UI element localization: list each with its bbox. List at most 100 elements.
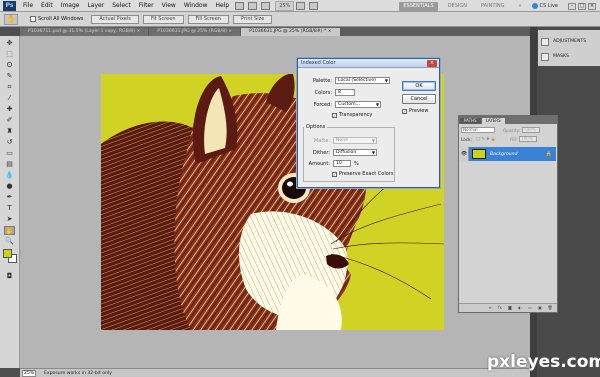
- photoshop-logo: Ps: [3, 0, 16, 11]
- quick-mask-icon[interactable]: ◘: [4, 272, 15, 281]
- adjustments-panel-button[interactable]: ADJUSTMENTS: [539, 34, 599, 49]
- zoom-tool-icon[interactable]: 🔍: [4, 237, 15, 246]
- print-size-button[interactable]: Print Size: [232, 14, 273, 24]
- transparency-label: Transparency: [339, 112, 373, 118]
- workspace-painting[interactable]: PAINTING: [477, 2, 508, 11]
- scroll-all-windows-checkbox[interactable]: [30, 16, 36, 22]
- eraser-tool-icon[interactable]: ▭: [4, 149, 15, 158]
- new-layer-icon[interactable]: ▣: [537, 305, 543, 311]
- workspace-more[interactable]: »: [514, 2, 525, 11]
- hand-tool-preset-icon[interactable]: ✋: [4, 13, 18, 25]
- tab-document-3[interactable]: P1036631.JPG @ 25% (RGB/8#) * ×: [241, 28, 340, 36]
- preview-checkbox[interactable]: ✓: [402, 108, 407, 114]
- tab-document-2[interactable]: P1036631.JPG @ 25% (RGB/8) ×: [149, 28, 241, 36]
- arrange-documents-icon[interactable]: [296, 1, 306, 10]
- blur-tool-icon[interactable]: 💧: [4, 171, 15, 180]
- lock-fill-row: Lock: ▢ ✎ ✥ 🔒 Fill: 100%: [461, 136, 538, 142]
- menu-filter[interactable]: Filter: [135, 0, 158, 12]
- palette-value: Local (Selective): [338, 78, 376, 83]
- colors-row: Colors: 8: [302, 89, 355, 96]
- zoom-level-menu[interactable]: 25%: [275, 0, 295, 11]
- minimize-icon[interactable]: –: [568, 2, 576, 10]
- menu-image[interactable]: Image: [57, 0, 84, 12]
- colors-input[interactable]: 8: [335, 89, 355, 96]
- path-selection-tool-icon[interactable]: ➤: [4, 215, 15, 224]
- quick-selection-tool-icon[interactable]: ✎: [4, 72, 15, 81]
- fill-field[interactable]: 100%: [519, 136, 538, 142]
- lock-icons[interactable]: ▢ ✎ ✥ 🔒: [476, 136, 496, 142]
- workspace-design[interactable]: DESIGN: [444, 2, 471, 11]
- healing-brush-tool-icon[interactable]: ✚: [4, 105, 15, 114]
- matte-select[interactable]: None ▼: [333, 137, 377, 144]
- marquee-tool-icon[interactable]: ⬚: [4, 50, 15, 59]
- maximize-icon[interactable]: □: [578, 2, 586, 10]
- zoom-field[interactable]: 25%: [22, 369, 36, 377]
- ok-button[interactable]: OK: [402, 81, 436, 91]
- menu-help[interactable]: Help: [212, 0, 234, 12]
- tab-layers[interactable]: LAYERS: [481, 118, 505, 124]
- cancel-button[interactable]: Cancel: [402, 94, 436, 104]
- dither-row: Dither: Diffusion ▼: [306, 149, 377, 156]
- extras-icon[interactable]: [261, 1, 271, 10]
- pen-tool-icon[interactable]: ✒: [4, 193, 15, 202]
- forced-select[interactable]: Custom... ▼: [335, 101, 381, 108]
- opacity-field[interactable]: 100%: [522, 127, 541, 133]
- layer-row-background[interactable]: 👁 Background 🔒: [460, 147, 556, 161]
- hand-tool-icon[interactable]: ✋: [4, 226, 15, 235]
- menu-view[interactable]: View: [158, 0, 180, 12]
- status-message: Exposure works in 32-bit only: [44, 370, 113, 376]
- blend-mode-select[interactable]: Normal: [461, 127, 495, 133]
- dialog-close-icon[interactable]: ×: [427, 60, 437, 67]
- type-tool-icon[interactable]: T: [4, 204, 15, 213]
- watermark: pxleyes.com: [487, 352, 600, 372]
- tab-paths[interactable]: PATHS: [460, 118, 481, 124]
- menu-layer[interactable]: Layer: [83, 0, 108, 12]
- layer-thumbnail: [472, 149, 486, 159]
- mini-bridge-icon[interactable]: [248, 1, 258, 10]
- fill-screen-button[interactable]: Fill Screen: [187, 14, 229, 24]
- link-layers-icon[interactable]: ∞: [487, 305, 493, 311]
- layer-style-icon[interactable]: fx: [497, 305, 503, 311]
- workspace-essentials[interactable]: ESSENTIALS: [399, 1, 438, 11]
- layers-panel-tabs: PATHS LAYERS: [459, 116, 557, 124]
- trash-icon[interactable]: 🗑: [547, 305, 553, 311]
- tools-panel: ✥ ⬚ ʘ ✎ ⌗ ⁄ ✚ ✐ ♜ ↺ ▭ ▤ 💧 ● ✒ T ➤ ✋ 🔍 ◘: [0, 36, 20, 368]
- move-tool-icon[interactable]: ✥: [4, 39, 15, 48]
- close-icon[interactable]: ×: [588, 2, 596, 10]
- lasso-tool-icon[interactable]: ʘ: [4, 61, 15, 70]
- adjustment-layer-icon[interactable]: ◐: [517, 305, 523, 311]
- new-group-icon[interactable]: ▭: [527, 305, 533, 311]
- options-legend: Options: [304, 124, 328, 130]
- layers-panel-footer: ∞ fx ◙ ◐ ▭ ▣ 🗑: [459, 303, 557, 312]
- cs-live-button[interactable]: CS Live: [531, 3, 558, 9]
- menu-edit[interactable]: Edit: [37, 0, 57, 12]
- eyedropper-tool-icon[interactable]: ⁄: [4, 94, 15, 103]
- dither-select[interactable]: Diffusion ▼: [333, 149, 377, 156]
- preserve-exact-colors-checkbox[interactable]: ✓: [332, 171, 337, 177]
- fit-screen-button[interactable]: Fit Screen: [142, 14, 184, 24]
- foreground-color-swatch[interactable]: [3, 249, 12, 258]
- crop-tool-icon[interactable]: ⌗: [4, 83, 15, 92]
- amount-input[interactable]: 10: [333, 160, 351, 167]
- eye-icon[interactable]: 👁: [460, 147, 469, 161]
- brush-tool-icon[interactable]: ✐: [4, 116, 15, 125]
- dodge-tool-icon[interactable]: ●: [4, 182, 15, 191]
- gradient-tool-icon[interactable]: ▤: [4, 160, 15, 169]
- transparency-checkbox[interactable]: ✓: [332, 112, 337, 118]
- tab-document-1[interactable]: P1036711.psd @ 31.5% (Layer 1 copy, RGB/…: [20, 28, 149, 36]
- palette-select[interactable]: Local (Selective) ▼: [335, 77, 390, 84]
- bridge-icon[interactable]: [235, 1, 245, 10]
- matte-row: Matte: None ▼: [306, 137, 377, 144]
- masks-panel-button[interactable]: MASKS: [539, 49, 599, 64]
- layer-mask-icon[interactable]: ◙: [507, 305, 513, 311]
- menu-window[interactable]: Window: [180, 0, 212, 12]
- preserve-exact-colors-label: Preserve Exact Colors: [339, 171, 394, 177]
- screen-mode-icon[interactable]: [309, 1, 319, 10]
- clone-stamp-tool-icon[interactable]: ♜: [4, 127, 15, 136]
- actual-pixels-button[interactable]: Actual Pixels: [91, 14, 139, 24]
- menu-select[interactable]: Select: [108, 0, 135, 12]
- fill-label: Fill:: [510, 136, 518, 142]
- lock-label: Lock:: [461, 136, 472, 142]
- history-brush-tool-icon[interactable]: ↺: [4, 138, 15, 147]
- menu-file[interactable]: File: [19, 0, 37, 12]
